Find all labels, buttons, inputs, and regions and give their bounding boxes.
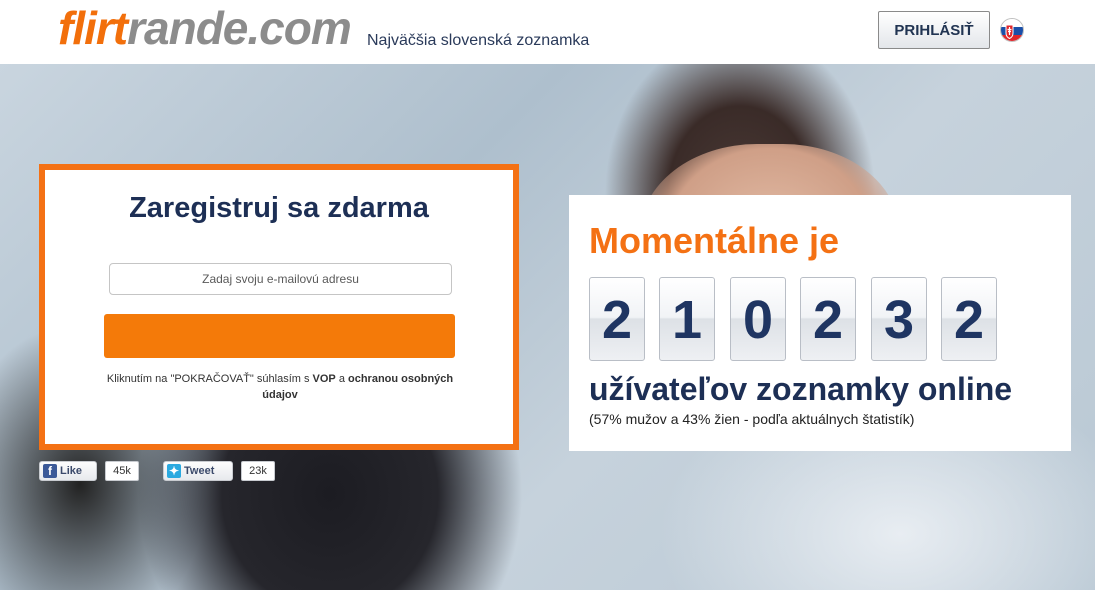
stats-heading: Momentálne je [589,220,840,261]
slovak-flag-icon[interactable] [1000,18,1024,42]
counter-digit: 2 [800,277,856,361]
like-count: 45k [105,461,139,481]
continue-button[interactable] [104,314,455,358]
users-gender-ratio: (57% mužov a 43% žien - podľa aktuálnych… [589,411,915,427]
login-button[interactable]: PRIHLÁSIŤ [878,11,990,49]
counter-digit: 2 [589,277,645,361]
tweet-count: 23k [241,461,275,481]
terms-vop-link[interactable]: VOP [313,373,336,385]
terms-text: Kliknutím na "POKRAČOVAŤ" súhlasím s VOP… [106,373,454,401]
online-stats-box: Momentálne je 2 1 0 2 3 2 užívateľov zoz… [569,195,1071,451]
online-counter: 2 1 0 2 3 2 [589,277,1069,361]
counter-digit: 3 [871,277,927,361]
facebook-like-button[interactable]: f Like [39,461,97,481]
counter-digit: 2 [941,277,997,361]
registration-title: Zaregistruj sa zdarma [129,192,429,224]
registration-box: Zaregistruj sa zdarma Kliknutím na "POKR… [39,164,519,450]
site-header: flirtrande.com Najväčšia slovenská zozna… [0,0,1095,64]
twitter-bird-icon: ✦ [167,464,181,478]
users-online-label: užívateľov zoznamky online [589,371,1013,407]
site-logo[interactable]: flirtrande.com [58,2,352,54]
tweet-button[interactable]: ✦ Tweet [163,461,233,481]
facebook-icon: f [43,464,57,478]
counter-digit: 0 [730,277,786,361]
site-tagline: Najväčšia slovenská zoznamka [367,32,590,49]
counter-digit: 1 [659,277,715,361]
email-field[interactable] [109,263,452,295]
